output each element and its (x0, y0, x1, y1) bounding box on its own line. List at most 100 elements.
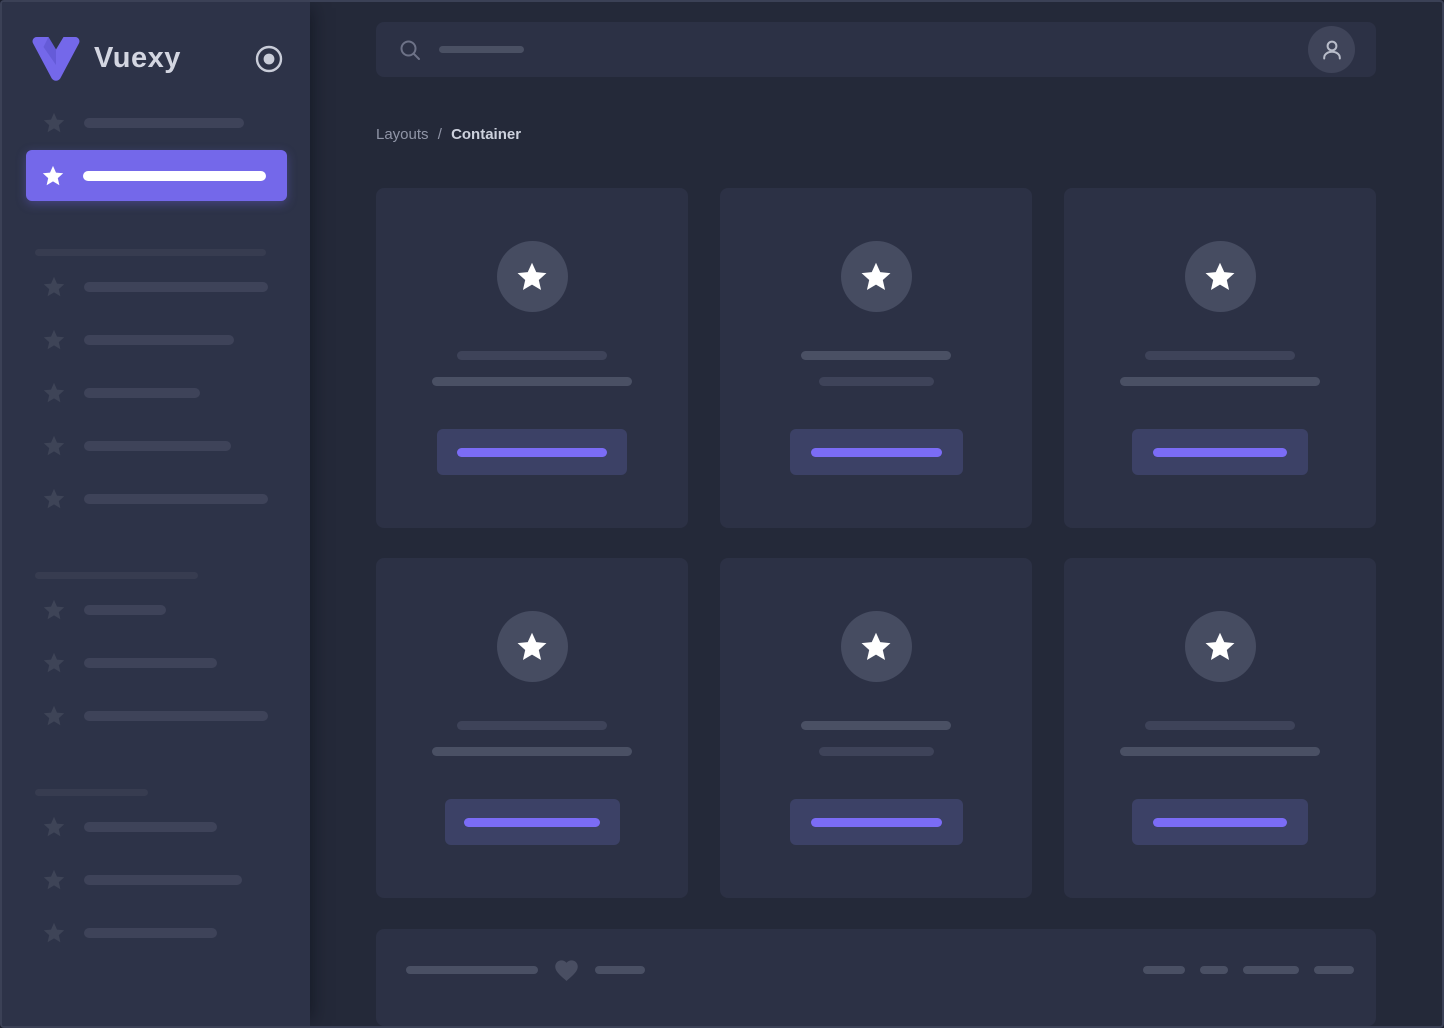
sidebar-menu-item[interactable] (26, 815, 287, 839)
menu-label-placeholder (84, 822, 217, 832)
star-icon (42, 487, 66, 511)
card-subtitle-placeholder (432, 377, 632, 387)
brand-name: Vuexy (94, 42, 181, 74)
sidebar-menu-item[interactable] (26, 868, 287, 892)
main-content: Layouts / Container (310, 2, 1442, 1026)
menu-label-placeholder (84, 494, 268, 504)
footer-text-placeholder-1 (406, 966, 538, 975)
star-icon (42, 381, 66, 405)
content-card (720, 558, 1032, 899)
menu-label-placeholder (83, 170, 266, 181)
breadcrumb-separator: / (437, 126, 442, 144)
heart-icon (553, 957, 580, 984)
star-icon (515, 260, 549, 294)
radio-dot-icon (255, 45, 283, 72)
button-label-placeholder (1153, 447, 1287, 457)
card-action-button[interactable] (1132, 799, 1308, 846)
breadcrumb-current: Container (451, 126, 522, 144)
menu-label-placeholder (84, 441, 231, 451)
menu-label-placeholder (84, 605, 166, 615)
sidebar-menu-item[interactable] (26, 921, 287, 945)
sidebar-menu-item[interactable] (26, 487, 287, 511)
sidebar-nav (26, 111, 287, 974)
card-action-button[interactable] (1132, 429, 1308, 476)
card-circle (496, 611, 568, 683)
card-title-placeholder (1145, 721, 1295, 731)
sidebar-menu-item[interactable] (26, 111, 287, 135)
star-icon (1203, 260, 1237, 294)
star-icon (515, 630, 549, 664)
card-title-placeholder (801, 351, 951, 361)
footer-link-placeholder (1314, 966, 1354, 975)
content-card (376, 188, 688, 529)
card-circle (840, 241, 912, 313)
menu-section-header-placeholder (35, 572, 198, 579)
sidebar-menu-item[interactable] (26, 651, 287, 675)
star-icon (859, 260, 893, 294)
sidebar-menu-item[interactable] (26, 381, 287, 405)
menu-label-placeholder (84, 118, 244, 128)
sidebar-menu-item[interactable] (26, 275, 287, 299)
breadcrumb-parent[interactable]: Layouts (376, 126, 429, 143)
star-icon (859, 630, 893, 664)
star-icon (42, 921, 66, 945)
card-title-placeholder (457, 351, 607, 361)
menu-section-header-placeholder (35, 789, 148, 796)
content-card (1064, 558, 1376, 899)
menu-section-header-placeholder (35, 249, 266, 256)
card-circle (496, 241, 568, 313)
footer-link-placeholder (1200, 966, 1228, 975)
card-circle (1184, 611, 1256, 683)
star-icon (42, 434, 66, 458)
menu-label-placeholder (84, 388, 200, 398)
vuexy-logo-icon (32, 37, 80, 81)
menu-label-placeholder (84, 658, 217, 668)
card-action-button[interactable] (789, 429, 963, 476)
content-card (720, 188, 1032, 529)
menu-label-placeholder (84, 282, 268, 292)
cards-grid (376, 188, 1376, 899)
footer-links (1128, 966, 1354, 975)
search-placeholder-bar (439, 46, 524, 54)
person-icon (1322, 40, 1341, 60)
star-icon (42, 328, 66, 352)
footer-link-placeholder (1143, 966, 1185, 975)
user-avatar-button[interactable] (1308, 26, 1355, 74)
star-icon (42, 868, 66, 892)
sidebar-menu-item[interactable] (26, 328, 287, 352)
button-label-placeholder (457, 447, 607, 457)
card-circle (1184, 241, 1256, 313)
card-action-button[interactable] (789, 799, 963, 846)
star-icon (1203, 630, 1237, 664)
star-icon (41, 164, 65, 188)
menu-label-placeholder (84, 335, 234, 345)
content-card (1064, 188, 1376, 529)
star-icon (42, 111, 66, 135)
footer-text-placeholder-2 (595, 966, 645, 975)
sidebar: Vuexy (2, 2, 310, 1026)
sidebar-menu-item[interactable] (26, 150, 287, 201)
sidebar-menu-item[interactable] (26, 704, 287, 728)
sidebar-pin-toggle[interactable] (255, 45, 283, 73)
search-bar[interactable] (376, 22, 1376, 78)
sidebar-menu-item[interactable] (26, 434, 287, 458)
menu-label-placeholder (84, 928, 217, 938)
menu-label-placeholder (84, 875, 242, 885)
card-action-button[interactable] (444, 799, 620, 846)
button-label-placeholder (810, 817, 942, 827)
star-icon (42, 275, 66, 299)
sidebar-menu-item[interactable] (26, 598, 287, 622)
card-title-placeholder (457, 721, 607, 731)
star-icon (42, 651, 66, 675)
footer (376, 929, 1376, 1026)
brand: Vuexy (26, 35, 287, 82)
card-title-placeholder (801, 721, 951, 731)
app-window: Vuexy Layouts / Container (0, 0, 1444, 1028)
star-icon (42, 598, 66, 622)
card-subtitle-placeholder (818, 377, 934, 387)
card-subtitle-placeholder (1120, 377, 1320, 387)
card-title-placeholder (1145, 351, 1295, 361)
footer-row (406, 957, 1354, 983)
card-action-button[interactable] (437, 429, 627, 476)
card-subtitle-placeholder (432, 747, 632, 757)
